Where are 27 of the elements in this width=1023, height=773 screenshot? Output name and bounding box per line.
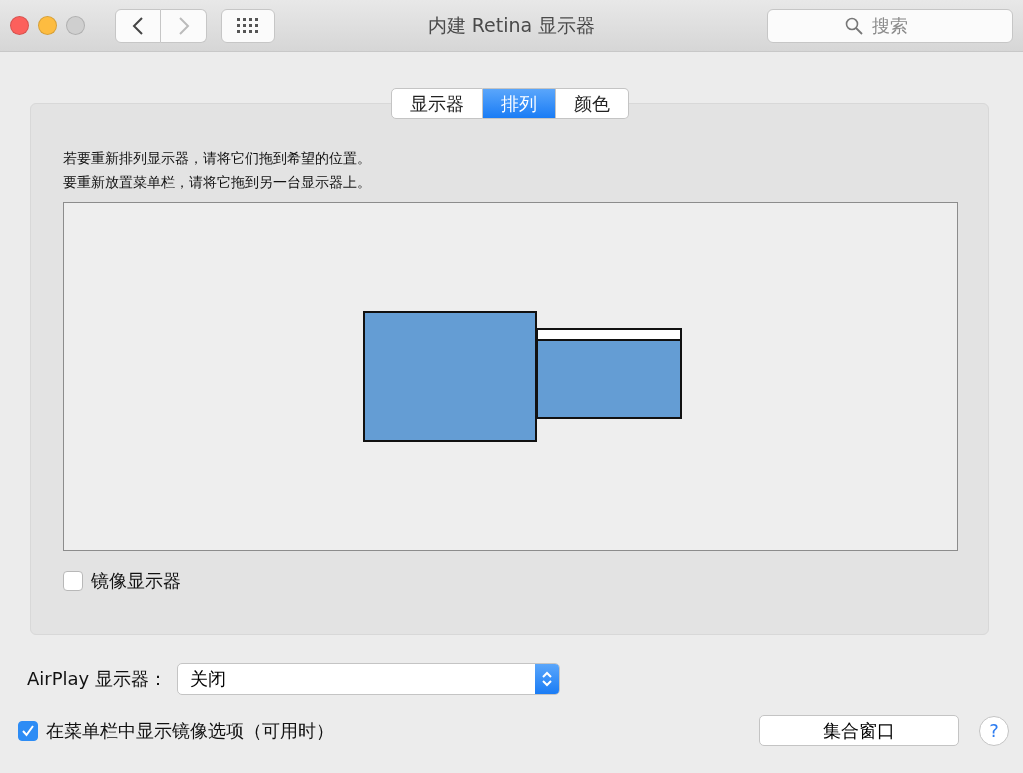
tab[interactable]: 颜色 bbox=[555, 88, 629, 119]
search-field[interactable]: 搜索 bbox=[767, 8, 1013, 43]
chevron-left-icon bbox=[132, 15, 144, 36]
instruction-text: 要重新放置菜单栏，请将它拖到另一台显示器上。 bbox=[63, 173, 372, 192]
check-icon bbox=[21, 723, 35, 738]
gather-windows-button[interactable]: 集合窗口 bbox=[759, 715, 959, 746]
checkbox-label: 在菜单栏中显示镜像选项（可用时） bbox=[46, 718, 334, 743]
close-button[interactable] bbox=[10, 16, 29, 35]
instruction-text: 若要重新排列显示器，请将它们拖到希望的位置。 bbox=[63, 149, 372, 168]
checkbox[interactable] bbox=[63, 571, 83, 591]
chevron-right-icon bbox=[177, 15, 190, 36]
window-title: 内建 Retina 显示器 bbox=[427, 13, 596, 36]
menu-bar-strip[interactable] bbox=[538, 330, 680, 341]
search-icon bbox=[845, 16, 863, 35]
back-button[interactable] bbox=[115, 8, 161, 43]
checkbox[interactable] bbox=[18, 720, 38, 741]
display-rectangle[interactable] bbox=[363, 311, 537, 442]
grid-icon bbox=[237, 17, 259, 34]
airplay-label: AirPlay 显示器： bbox=[27, 667, 167, 691]
tab[interactable]: 显示器 bbox=[390, 88, 483, 119]
help-button[interactable]: ? bbox=[979, 715, 1009, 746]
show-all-button[interactable] bbox=[221, 8, 275, 43]
checkbox-label: 镜像显示器 bbox=[91, 569, 181, 593]
up-down-arrows-icon bbox=[541, 670, 553, 688]
airplay-select[interactable]: 关闭 bbox=[177, 663, 560, 695]
minimize-button[interactable] bbox=[38, 16, 57, 35]
display-rectangle[interactable] bbox=[536, 328, 682, 419]
